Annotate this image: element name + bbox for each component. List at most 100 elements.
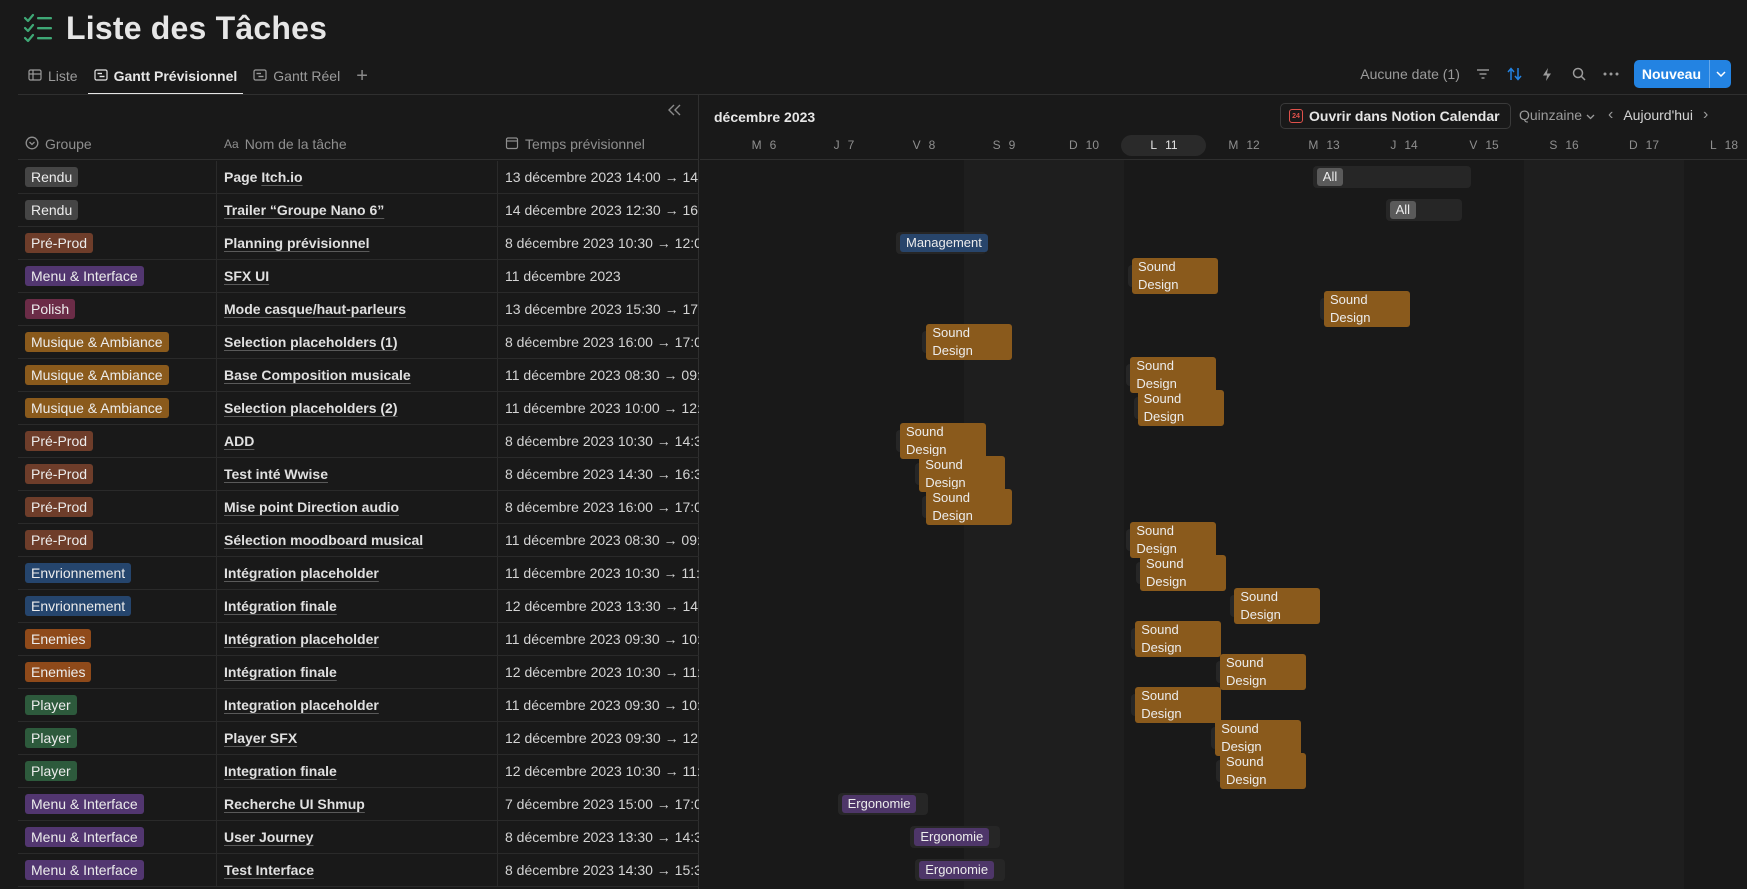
time-cell[interactable]: 8 décembre 2023 16:00 → 17:00 [498, 491, 699, 523]
gantt-bar[interactable]: Sound Design [1230, 588, 1321, 624]
gantt-bar[interactable]: Ergonomie [837, 793, 928, 815]
time-cell[interactable]: 8 décembre 2023 10:30 → 14:30 [498, 425, 699, 457]
table-row[interactable]: Envrionnement Intégration finale 12 décemb… [18, 590, 699, 623]
group-cell[interactable]: Pré-Prod [18, 458, 217, 490]
task-name-cell[interactable]: Player SFX [217, 722, 498, 754]
gantt-bar[interactable]: Sound Design [1211, 720, 1302, 756]
gantt-bar[interactable]: Sound Design [1126, 522, 1217, 558]
task-name-cell[interactable]: Intégration placeholder [217, 623, 498, 655]
group-cell[interactable]: Pré-Prod [18, 227, 217, 259]
task-name-cell[interactable]: Page Itch.io [217, 161, 498, 193]
time-cell[interactable]: 11 décembre 2023 10:00 → 12:00 [498, 392, 699, 424]
table-row[interactable]: Rendu Trailer “Groupe Nano 6” 14 décembre … [18, 194, 699, 227]
time-cell[interactable]: 14 décembre 2023 12:30 → 16:30 [498, 194, 699, 226]
chevron-right-icon[interactable]: › [1703, 106, 1708, 124]
table-row[interactable]: Pré-Prod Sélection moodboard musical 11 dé… [18, 524, 699, 557]
task-name-cell[interactable]: Integration finale [217, 755, 498, 787]
table-row[interactable]: Musique & Ambiance Selection placeholders… [18, 326, 699, 359]
group-cell[interactable]: Enemies [18, 656, 217, 688]
no-date-button[interactable]: Aucune date (1) [1360, 66, 1460, 82]
gantt-bar[interactable]: Sound Design [922, 324, 1013, 360]
gantt-bar[interactable]: Sound Design [1126, 357, 1217, 393]
column-header-time[interactable]: Temps prévisionnel [498, 129, 699, 159]
table-row[interactable]: Polish Mode casque/haut-parleurs 13 décemb… [18, 293, 699, 326]
gantt-bar[interactable]: Sound Design [922, 489, 1013, 525]
gantt-bar[interactable]: Sound Design [1131, 687, 1222, 723]
task-name-cell[interactable]: Intégration finale [217, 590, 498, 622]
table-row[interactable]: Menu & Interface User Journey 8 décembre 2… [18, 821, 699, 854]
task-name-cell[interactable]: Mode casque/haut-parleurs [217, 293, 498, 325]
group-cell[interactable]: Pré-Prod [18, 491, 217, 523]
gantt-bar[interactable]: Ergonomie [910, 826, 1001, 848]
time-cell[interactable]: 13 décembre 2023 14:00 → 14:00 [498, 161, 699, 193]
task-name-cell[interactable]: User Journey [217, 821, 498, 853]
gantt-bar[interactable]: Sound Design [896, 423, 986, 459]
task-name-link[interactable]: Itch.io [261, 169, 302, 185]
table-row[interactable]: Pré-Prod Mise point Direction audio 8 déce… [18, 491, 699, 524]
tab-gantt-reel[interactable]: Gantt Réel [247, 58, 346, 94]
table-row[interactable]: Player Integration placeholder 11 décembre… [18, 689, 699, 722]
task-name-cell[interactable]: SFX UI [217, 260, 498, 292]
task-name-cell[interactable]: Recherche UI Shmup [217, 788, 498, 820]
today-button[interactable]: Aujourd'hui [1623, 107, 1693, 123]
range-select[interactable]: Quinzaine [1519, 107, 1595, 123]
table-row[interactable]: Musique & Ambiance Selection placeholders… [18, 392, 699, 425]
chevron-down-icon[interactable] [1709, 60, 1731, 88]
time-cell[interactable]: 8 décembre 2023 10:30 → 12:00 [498, 227, 699, 259]
gantt-bar[interactable]: Sound Design [1136, 555, 1226, 591]
time-cell[interactable]: 11 décembre 2023 09:30 → 10:30 [498, 689, 699, 721]
table-row[interactable]: Menu & Interface Recherche UI Shmup 7 déce… [18, 788, 699, 821]
collapse-table-icon[interactable] [666, 103, 684, 121]
time-cell[interactable]: 12 décembre 2023 09:30 → 12:00 [498, 722, 699, 754]
task-name-cell[interactable]: Trailer “Groupe Nano 6” [217, 194, 498, 226]
task-name-cell[interactable]: Intégration finale [217, 656, 498, 688]
group-cell[interactable]: Musique & Ambiance [18, 326, 217, 358]
group-cell[interactable]: Envrionnement [18, 557, 217, 589]
task-name-cell[interactable]: ADD [217, 425, 498, 457]
table-row[interactable]: Menu & Interface SFX UI 11 décembre 2023 [18, 260, 699, 293]
time-cell[interactable]: 11 décembre 2023 10:30 → 11:00 [498, 557, 699, 589]
task-name-cell[interactable]: Mise point Direction audio [217, 491, 498, 523]
time-cell[interactable]: 11 décembre 2023 [498, 260, 699, 292]
group-cell[interactable]: Pré-Prod [18, 524, 217, 556]
task-name-cell[interactable]: Selection placeholders (1) [217, 326, 498, 358]
task-name-cell[interactable]: Planning prévisionnel [217, 227, 498, 259]
tab-liste[interactable]: Liste [22, 58, 84, 94]
task-name-cell[interactable]: Selection placeholders (2) [217, 392, 498, 424]
open-notion-calendar-button[interactable]: 24 Ouvrir dans Notion Calendar [1280, 103, 1511, 129]
gantt-bar[interactable]: All [1385, 199, 1462, 221]
page-title[interactable]: Liste des Tâches [66, 10, 327, 47]
group-cell[interactable]: Player [18, 755, 217, 787]
table-row[interactable]: Player Player SFX 12 décembre 2023 09:30 →… [18, 722, 699, 755]
group-cell[interactable]: Polish [18, 293, 217, 325]
gantt-bar[interactable]: Sound Design [1216, 753, 1306, 789]
table-row[interactable]: Player Integration finale 12 décembre 2023… [18, 755, 699, 788]
group-cell[interactable]: Rendu [18, 161, 217, 193]
gantt-bar[interactable]: Sound Design [1216, 654, 1306, 690]
table-row[interactable]: Rendu Page Itch.io 13 décembre 2023 14:00 … [18, 161, 699, 194]
task-name-cell[interactable]: Intégration placeholder [217, 557, 498, 589]
time-cell[interactable]: 8 décembre 2023 13:30 → 14:30 [498, 821, 699, 853]
time-cell[interactable]: 8 décembre 2023 16:00 → 17:00 [498, 326, 699, 358]
time-cell[interactable]: 11 décembre 2023 09:30 → 10:30 [498, 623, 699, 655]
tab-gantt-previsionnel[interactable]: Gantt Prévisionnel [87, 58, 244, 95]
search-icon[interactable] [1570, 65, 1588, 83]
table-row[interactable]: Pré-Prod Planning prévisionnel 8 décembre … [18, 227, 699, 260]
new-button[interactable]: Nouveau [1634, 60, 1709, 88]
add-view-button[interactable]: + [350, 65, 374, 88]
group-cell[interactable]: Menu & Interface [18, 788, 217, 820]
group-cell[interactable]: Envrionnement [18, 590, 217, 622]
gantt-bar[interactable]: Sound Design [1320, 291, 1410, 327]
time-cell[interactable]: 11 décembre 2023 08:30 → 09:30 [498, 359, 699, 391]
group-cell[interactable]: Menu & Interface [18, 854, 217, 886]
table-row[interactable]: Pré-Prod Test inté Wwise 8 décembre 2023 1… [18, 458, 699, 491]
gantt-bar[interactable]: Sound Design [1131, 621, 1222, 657]
time-cell[interactable]: 12 décembre 2023 10:30 → 11:30 [498, 755, 699, 787]
automation-icon[interactable] [1538, 65, 1556, 83]
table-row[interactable]: Pré-Prod ADD 8 décembre 2023 10:30 → 14:30 [18, 425, 699, 458]
time-cell[interactable]: 11 décembre 2023 08:30 → 09:30 [498, 524, 699, 556]
column-header-group[interactable]: Groupe [18, 129, 217, 159]
group-cell[interactable]: Menu & Interface [18, 821, 217, 853]
group-cell[interactable]: Musique & Ambiance [18, 359, 217, 391]
gantt-bar[interactable]: Ergonomie [915, 859, 1006, 881]
